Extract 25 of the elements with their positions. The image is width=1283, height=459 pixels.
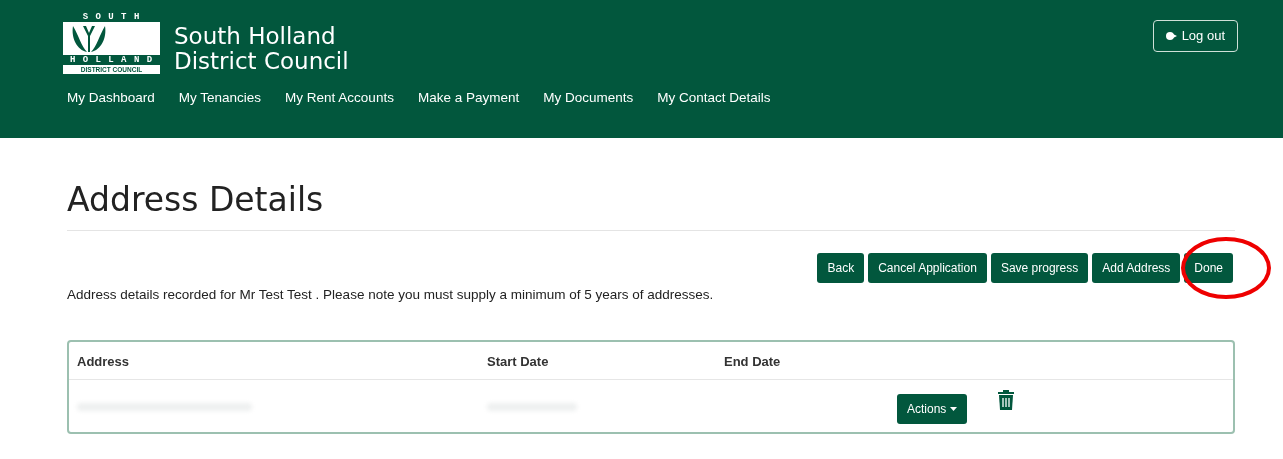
note-text: Address details recorded for Mr Test Test . Please note you must supply a minimum of 5 years of addresses. bbox=[67, 285, 715, 304]
nav-link[interactable]: My Documents bbox=[543, 88, 634, 109]
logo-text: H O L L A N D bbox=[68, 55, 155, 65]
action-button[interactable]: Save progress bbox=[990, 252, 1089, 283]
nav-link[interactable]: My Dashboard bbox=[67, 88, 155, 109]
site-title-line: South Holland bbox=[174, 24, 337, 49]
action-button[interactable]: Cancel Application bbox=[868, 252, 987, 283]
action-button[interactable]: Add Address bbox=[1092, 252, 1181, 283]
action-button[interactable]: Done bbox=[1184, 252, 1233, 283]
logout-icon bbox=[1165, 30, 1178, 41]
nav-link[interactable]: Make a Payment bbox=[417, 88, 520, 109]
column-header: Start Date bbox=[487, 352, 550, 371]
caret-icon bbox=[950, 407, 958, 412]
nav-link[interactable]: My Tenancies bbox=[178, 88, 262, 109]
trash-icon[interactable] bbox=[997, 389, 1016, 412]
actions-button[interactable]: Actions bbox=[897, 394, 968, 425]
nav-link[interactable]: My Contact Details bbox=[657, 88, 771, 109]
column-header: End Date bbox=[724, 352, 781, 371]
action-button[interactable]: Back bbox=[817, 252, 865, 283]
site-title-line: District Council bbox=[174, 49, 349, 74]
logo-text: S O U T H bbox=[81, 12, 142, 22]
column-header: Address bbox=[77, 352, 131, 371]
page-title: Address Details bbox=[67, 180, 325, 220]
logout-button[interactable]: Log out bbox=[1152, 20, 1238, 52]
nav-link[interactable]: My Rent Accounts bbox=[285, 88, 394, 109]
